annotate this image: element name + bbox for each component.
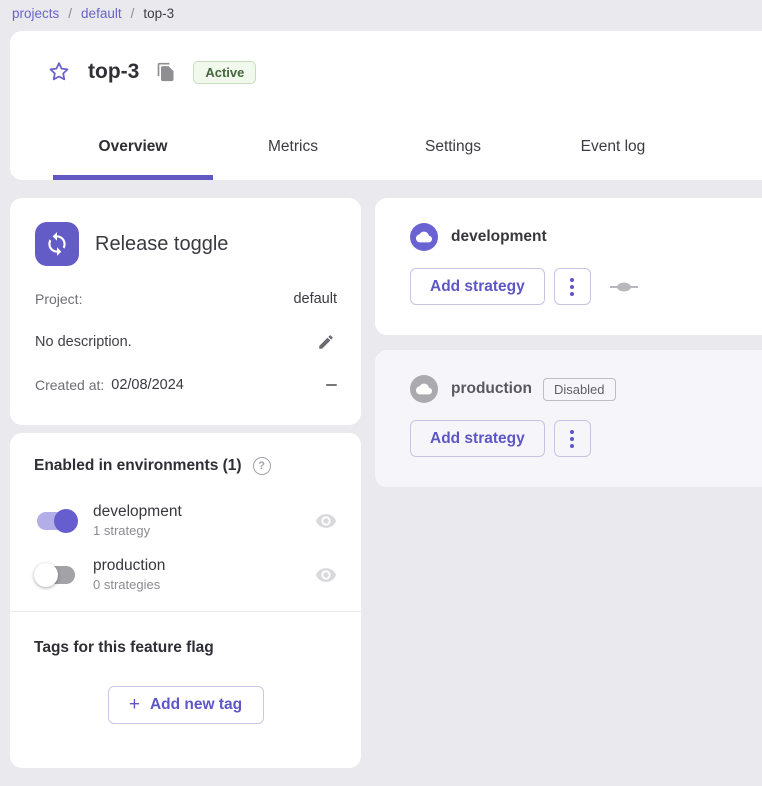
add-strategy-button[interactable]: Add strategy [410, 268, 545, 305]
breadcrumb-default-link[interactable]: default [81, 6, 122, 21]
kebab-dot [570, 444, 574, 448]
environment-row-development: development 1 strategy [34, 503, 337, 538]
release-toggle-icon [35, 222, 79, 266]
tab-overview-label: Overview [99, 138, 168, 156]
tags-section-title: Tags for this feature flag [34, 639, 337, 657]
created-at-value: 02/08/2024 [111, 377, 184, 393]
more-options-kebab-button[interactable] [554, 420, 591, 457]
kebab-dot [570, 285, 574, 289]
kebab-dot [570, 278, 574, 282]
main-content: Release toggle Project: default No descr… [10, 198, 762, 768]
feature-title-row: top-3 Active [10, 31, 762, 113]
right-column: development Add strategy [375, 198, 762, 768]
breadcrumb-separator: / [131, 6, 135, 21]
more-options-kebab-button[interactable] [554, 268, 591, 305]
plus-icon: + [129, 694, 140, 716]
description-text: No description. [35, 334, 132, 350]
breadcrumb: projects / default / top-3 [0, 0, 762, 31]
add-new-tag-button[interactable]: + Add new tag [108, 686, 264, 724]
environments-title: Enabled in environments (1) [34, 457, 242, 475]
environments-title-row: Enabled in environments (1) ? [34, 457, 337, 475]
visibility-eye-icon[interactable] [315, 564, 337, 586]
feature-type-header: Release toggle [35, 222, 337, 266]
panel-environment-name: development [451, 228, 547, 246]
add-new-tag-label: Add new tag [150, 696, 242, 714]
tab-settings[interactable]: Settings [373, 113, 533, 180]
tab-overview[interactable]: Overview [53, 113, 213, 180]
description-row: No description. [35, 331, 337, 353]
created-row: Created at: 02/08/2024 [35, 377, 337, 393]
pencil-icon [317, 333, 335, 351]
tab-metrics[interactable]: Metrics [213, 113, 373, 180]
page-title: top-3 [88, 60, 139, 84]
tab-event-log-label: Event log [581, 138, 646, 156]
breadcrumb-separator: / [68, 6, 72, 21]
toggle-thumb [34, 563, 58, 587]
kebab-dot [570, 430, 574, 434]
feature-details-card: Release toggle Project: default No descr… [10, 198, 361, 425]
breadcrumb-current: top-3 [143, 6, 174, 21]
environment-labels: production 0 strategies [93, 557, 165, 592]
tab-event-log[interactable]: Event log [533, 113, 693, 180]
environment-strategy-count: 0 strategies [93, 577, 165, 592]
production-toggle[interactable] [34, 563, 78, 587]
toggle-thumb [54, 509, 78, 533]
environment-labels: development 1 strategy [93, 503, 182, 538]
status-badge: Active [193, 61, 256, 84]
panel-header: production Disabled [410, 375, 762, 403]
breadcrumb-projects-link[interactable]: projects [12, 6, 59, 21]
tab-metrics-label: Metrics [268, 138, 318, 156]
environment-name: development [93, 503, 182, 521]
environment-panel-production: production Disabled Add strategy [375, 350, 762, 487]
panel-environment-name: production [451, 380, 532, 398]
project-label: Project: [35, 291, 82, 307]
environment-panel-development: development Add strategy [375, 198, 762, 335]
copy-name-icon[interactable] [155, 61, 177, 83]
feature-type-label: Release toggle [95, 233, 228, 256]
help-icon[interactable]: ? [253, 457, 271, 475]
feature-header-card: top-3 Active Overview Metrics Settings [10, 31, 762, 180]
panel-header: development [410, 223, 762, 251]
created-at-group: Created at: 02/08/2024 [35, 377, 184, 393]
edit-description-button[interactable] [315, 331, 337, 353]
panel-actions: Add strategy [410, 420, 762, 457]
strategy-separator-icon [610, 281, 638, 293]
panel-actions: Add strategy [410, 268, 762, 305]
cloud-environment-icon [410, 223, 438, 251]
kebab-dot [570, 437, 574, 441]
project-value: default [293, 291, 337, 307]
disabled-badge: Disabled [543, 378, 616, 401]
created-at-label: Created at: [35, 377, 104, 393]
environment-strategy-count: 1 strategy [93, 523, 182, 538]
environments-card: Enabled in environments (1) ? developmen… [10, 433, 361, 768]
favorite-star-icon[interactable] [46, 59, 72, 85]
environment-name: production [93, 557, 165, 575]
kebab-dot [570, 292, 574, 296]
card-divider [10, 611, 361, 612]
tab-settings-label: Settings [425, 138, 481, 156]
visibility-eye-icon[interactable] [315, 510, 337, 532]
add-strategy-button[interactable]: Add strategy [410, 420, 545, 457]
active-tab-underline [53, 175, 213, 180]
cloud-environment-icon [410, 375, 438, 403]
development-toggle[interactable] [34, 509, 78, 533]
feature-flag-page: projects / default / top-3 top-3 Active … [0, 0, 762, 786]
collapse-dash-icon [326, 384, 337, 387]
project-row: Project: default [35, 291, 337, 307]
tab-bar: Overview Metrics Settings Event log [10, 113, 762, 180]
environment-row-production: production 0 strategies [34, 557, 337, 592]
left-column: Release toggle Project: default No descr… [10, 198, 361, 768]
